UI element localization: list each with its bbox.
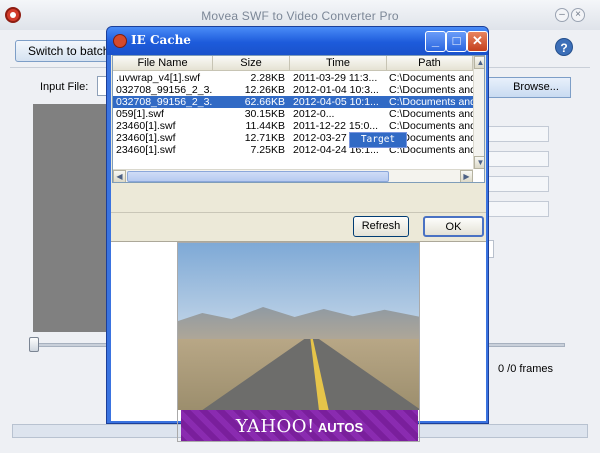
- cell-path: C:\Documents and: [389, 84, 473, 96]
- context-menu-target[interactable]: Target: [349, 132, 407, 148]
- cell-time: 2012-01-04 10:3...: [293, 84, 379, 96]
- cell-file-name: .uvwrap_v4[1].swf: [116, 72, 201, 84]
- table-row[interactable]: 059[1].swf 30.15KB 2012-0... C:\Documents a…: [113, 108, 473, 120]
- column-header-time[interactable]: Time: [290, 56, 387, 71]
- dialog-titlebar[interactable]: IE Cache _ □ ✕: [107, 27, 488, 55]
- scroll-down-icon[interactable]: ▼: [474, 156, 484, 169]
- list-vertical-scrollbar[interactable]: ▲ ▼: [473, 56, 484, 169]
- table-row[interactable]: .uvwrap_v4[1].swf 2.28KB 2011-03-29 11:3..…: [113, 72, 473, 84]
- frames-counter: 0 /0 frames: [498, 363, 554, 375]
- setting-field[interactable]: [487, 126, 549, 142]
- dialog-maximize-icon[interactable]: □: [446, 31, 467, 52]
- table-row[interactable]: 032708_99156_2_3... 12.26KB 2012-01-04 10:…: [113, 84, 473, 96]
- setting-field[interactable]: [487, 151, 549, 167]
- dialog-close-icon[interactable]: ✕: [467, 31, 488, 52]
- input-file-label: Input File:: [40, 81, 89, 93]
- cell-time: 2012-0...: [293, 108, 335, 120]
- cell-file-name: 23460[1].swf: [116, 144, 176, 156]
- list-header: File Name Size Time Path: [113, 56, 473, 71]
- table-row[interactable]: 23460[1].swf 11.44KB 2011-12-22 15:0... C:\…: [113, 120, 473, 132]
- cell-file-name: 032708_99156_2_3...: [116, 84, 212, 96]
- cell-time: 2012-04-05 10:1...: [293, 96, 379, 108]
- cell-time: 2011-12-22 15:0...: [293, 120, 379, 132]
- minimize-icon[interactable]: –: [555, 8, 569, 22]
- scroll-up-icon[interactable]: ▲: [474, 56, 484, 69]
- dialog-title: IE Cache: [131, 33, 191, 47]
- table-row[interactable]: 032708_99156_2_3... 62.66KB 2012-04-05 10:…: [113, 96, 473, 108]
- yahoo-autos-banner: YAHOO! AUTOS: [181, 410, 418, 441]
- separator: [111, 212, 486, 213]
- cell-file-name: 23460[1].swf: [116, 132, 176, 144]
- scroll-left-icon[interactable]: ◀: [113, 170, 126, 182]
- cell-path: C:\Documents and: [389, 96, 473, 108]
- cell-path: C:\Documents and: [389, 120, 473, 132]
- dialog-minimize-icon[interactable]: _: [425, 31, 446, 52]
- timeline-slider-track[interactable]: [487, 343, 565, 347]
- refresh-button[interactable]: Refresh: [353, 216, 409, 237]
- dialog-body: File Name Size Time Path .uvwrap_v4[1].s…: [111, 55, 486, 442]
- video-preview-panel: [33, 104, 113, 332]
- scroll-right-icon[interactable]: ▶: [460, 170, 473, 182]
- cell-file-name: 059[1].swf: [116, 108, 164, 120]
- ie-cache-icon: [113, 34, 127, 48]
- cell-file-name: 23460[1].swf: [116, 120, 176, 132]
- cell-file-name: 032708_99156_2_3...: [116, 96, 212, 108]
- help-icon[interactable]: ?: [555, 38, 573, 56]
- table-row[interactable]: 23460[1].swf 7.25KB 2012-04-24 16:1... C:\D…: [113, 144, 473, 156]
- browse-button[interactable]: Browse...: [487, 77, 571, 98]
- close-icon[interactable]: ×: [571, 8, 585, 22]
- cell-size: 30.15KB: [244, 108, 285, 120]
- ie-cache-dialog: IE Cache _ □ ✕ File Name Size Time Path …: [106, 26, 489, 442]
- column-header-path[interactable]: Path: [387, 56, 473, 71]
- preview-pane: YAHOO! AUTOS: [111, 241, 486, 442]
- app-title: Movea SWF to Video Converter Pro: [201, 9, 399, 23]
- cell-size: 2.28KB: [250, 72, 285, 84]
- ok-button[interactable]: OK: [423, 216, 484, 237]
- column-header-size[interactable]: Size: [213, 56, 290, 71]
- table-row[interactable]: 23460[1].swf 12.71KB 2012-03-27 09:0... C:\…: [113, 132, 473, 144]
- banner-brand: YAHOO!: [235, 416, 315, 437]
- list-horizontal-scrollbar[interactable]: ◀ ▶: [113, 169, 473, 182]
- banner-sub: AUTOS: [317, 420, 364, 435]
- timeline-slider-handle[interactable]: [29, 337, 39, 352]
- setting-field[interactable]: [487, 201, 549, 217]
- timeline-slider[interactable]: [34, 343, 114, 347]
- cell-path: C:\Documents and: [389, 108, 473, 120]
- horizontal-scroll-thumb[interactable]: [127, 171, 389, 182]
- cell-size: 11.44KB: [245, 120, 285, 132]
- cell-size: 12.26KB: [244, 84, 285, 96]
- cell-path: C:\Documents and: [389, 72, 473, 84]
- setting-field[interactable]: [487, 176, 549, 192]
- cell-time: 2011-03-29 11:3...: [293, 72, 378, 84]
- preview-image: YAHOO! AUTOS: [177, 242, 420, 442]
- column-header-file-name[interactable]: File Name: [113, 56, 213, 71]
- cell-size: 62.66KB: [244, 96, 285, 108]
- cell-size: 7.25KB: [250, 144, 285, 156]
- cache-file-list[interactable]: File Name Size Time Path .uvwrap_v4[1].s…: [112, 55, 485, 183]
- cell-size: 12.71KB: [244, 132, 285, 144]
